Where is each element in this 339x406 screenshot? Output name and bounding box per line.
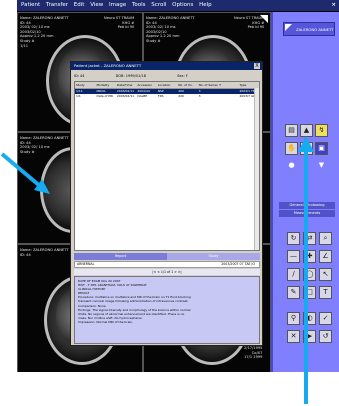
delete-icon[interactable]: ✕ [287,330,300,343]
table-cell: 2003/02/11 [116,94,135,98]
column-header[interactable]: Modality [95,82,115,88]
column-header[interactable]: No. of Im. [177,82,197,88]
report-tabs: Report Study [74,253,260,260]
patient-name-label: ZALERONO ANNETT [296,27,334,32]
patient-sex: Sex: F [177,74,188,78]
dialog-title-bar[interactable]: Patient jacket - ZALERONO ANNETT X [71,62,262,70]
ellipse-icon[interactable]: ◯ [303,268,316,281]
tab-report[interactable]: Report [74,253,167,260]
cine-icon[interactable]: ▶ [303,330,316,343]
column-header[interactable]: Location [157,82,177,88]
column-header[interactable]: Accession [136,82,156,88]
reset-icon[interactable]: ↺ [319,330,332,343]
table-cell [218,94,238,99]
report-date: 2003/2007 07 TAE JO [221,262,255,266]
study-list[interactable]: Study Modality Date/Time Accession Locat… [74,81,260,251]
viewport-overlay-info: Name: ZALERONO ANNETT ID: 44 2003/ 02/ 1… [20,136,69,154]
dialog-close-button[interactable]: X [254,63,260,69]
magnifier-icon[interactable]: ⚲ [287,312,300,325]
angle-icon[interactable]: ∠ [319,250,332,263]
viewport-overlay-info: Name: ZALERONO ANNETT ID: 44 2003/ 02/ 1… [146,16,195,43]
tool-panel: ZALERONO ANNETT ▤ ▲ ↯ ✋ ◑ ▣ ● ▼ General … [271,12,339,372]
invert-icon[interactable]: ◐ [303,312,316,325]
square-icon[interactable]: □ [303,286,316,299]
viewport-corner-marker [260,15,268,23]
menu-image[interactable]: Image [109,2,126,8]
measurements-label[interactable]: Measurements [279,210,335,217]
cursor-icon[interactable]: ↖ [319,268,332,281]
report-meta-row: ARNERNAL 2003/2007 07 TAE JO [74,261,260,268]
close-icon[interactable]: × [331,0,336,11]
study-list-header: Study Modality Date/Time Accession Locat… [75,82,259,89]
viewport-overlay-info: Neuro ST TRAUM KHG # Peb bl 90 [104,16,135,30]
report-pager[interactable]: |< < 1/1 of 1 > >| [74,269,260,275]
column-header[interactable]: No. of Series [198,82,218,88]
menu-transfer[interactable]: Transfer [46,2,68,8]
pencil-icon[interactable]: ✎ [287,286,300,299]
report-text: DATE OF EXAM Nov 20 2007 HIST - T DE1 AR… [74,276,260,344]
menu-bar: Patient Transfer Edit View Image Tools S… [17,0,339,11]
column-header[interactable]: Date/Time [116,82,136,88]
rotate-icon[interactable]: ↻ [287,232,300,245]
patient-jacket-dialog: Patient jacket - ZALERONO ANNETT X ID: 4… [70,61,263,346]
brush-icon[interactable]: ✓ [319,312,332,325]
menu-patient[interactable]: Patient [21,2,40,8]
lightning-icon[interactable]: ↯ [315,124,328,137]
flip-icon[interactable]: ⇄ [303,232,316,245]
dialog-title: Patient jacket - ZALERONO ANNETT [74,63,142,68]
viewport-overlay-info: Name: ZALERONO ANNETT ID: 44 2003/ 02/ 1… [20,16,69,48]
document-icon[interactable]: ▤ [285,124,298,137]
menu-edit[interactable]: Edit [74,2,85,8]
contrast-icon[interactable]: ◑ [300,142,313,155]
monitor-icon[interactable]: ▣ [315,142,328,155]
viewport-overlay-info: Name: ZALERONO ANNETT ID: 44 [20,248,69,257]
panel-corner-marker [285,24,292,31]
pin-icon[interactable]: ▼ [315,160,328,173]
tab-study[interactable]: Study [167,253,260,260]
lightbulb-icon[interactable]: ● [285,160,298,173]
table-cell: TRS [157,94,164,98]
table-cell: Data of PRI [96,94,114,98]
menu-help[interactable]: Help [199,2,212,8]
zoom-icon[interactable]: ⌕ [319,232,332,245]
table-cell: 3 [198,94,201,98]
hand-icon[interactable]: ✋ [285,142,298,155]
patient-info-line: ID: 44 DOB: 1999/01/18 Sex: F [74,72,260,80]
patient-dob: DOB: 1999/01/18 [115,74,146,78]
column-header[interactable]: Study [75,82,95,88]
column-header[interactable]: T [218,82,238,88]
menu-tools[interactable]: Tools [132,2,146,8]
menu-scroll[interactable]: Scroll [151,2,166,8]
patient-id: ID: 44 [74,74,85,78]
general-windowing-label[interactable]: General Windowing [279,202,335,209]
person-icon[interactable]: ▲ [300,124,313,137]
text-icon[interactable]: T [319,286,332,299]
table-row[interactable]: 1/1 Data of PRI 2003/02/11 DALBE TRS 220… [75,94,259,99]
table-cell: DALBE [137,94,148,98]
menu-options[interactable]: Options [172,2,193,8]
ruler-icon[interactable]: — [287,250,300,263]
line-icon[interactable]: ∕ [287,268,300,281]
study-list-scrollbar[interactable] [254,88,259,250]
viewer-screen: Patient Transfer Edit View Image Tools S… [17,0,339,372]
table-cell: 1/1 [76,94,81,98]
report-author: ARNERNAL [77,262,95,266]
pan-icon[interactable]: ✚ [303,250,316,263]
table-cell: 220 [178,94,184,98]
menu-view[interactable]: View [90,2,103,8]
